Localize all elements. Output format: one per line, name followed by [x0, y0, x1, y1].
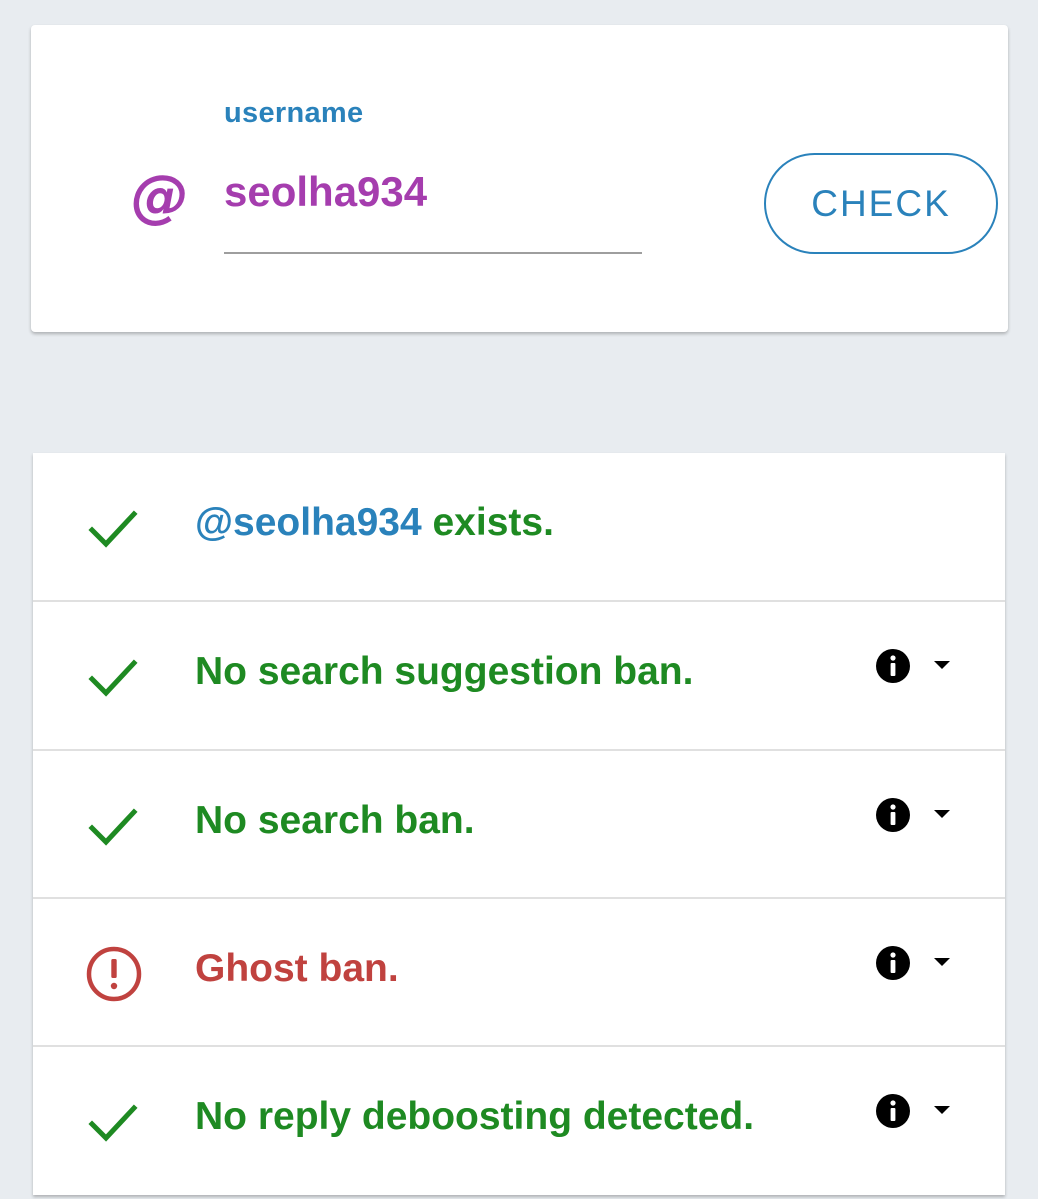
caret-down-icon[interactable] — [931, 1103, 953, 1117]
info-icon[interactable] — [875, 945, 911, 981]
username-mention: @seolha934 — [195, 501, 422, 544]
result-text: No search suggestion ban. — [195, 650, 694, 693]
caret-down-icon[interactable] — [931, 658, 953, 672]
result-text-suffix: exists. — [421, 501, 554, 544]
at-sign-icon: @ — [131, 162, 189, 230]
username-underline — [224, 252, 642, 254]
check-icon — [88, 659, 138, 697]
result-row-reply-deboosting[interactable]: No reply deboosting detected. — [33, 1045, 1005, 1192]
check-icon — [88, 510, 138, 548]
check-icon — [88, 808, 138, 846]
result-text: @seolha934 exists. — [195, 501, 554, 545]
info-icon[interactable] — [875, 797, 911, 833]
alert-circle-icon — [86, 946, 142, 1002]
info-icon[interactable] — [875, 648, 911, 684]
check-icon — [88, 1104, 138, 1142]
results-list: @seolha934 exists. No search suggestion … — [33, 453, 1005, 1195]
result-row-ghost-ban[interactable]: Ghost ban. — [33, 897, 1005, 1044]
result-text: Ghost ban. — [195, 947, 399, 990]
username-label: username — [224, 97, 364, 129]
caret-down-icon[interactable] — [931, 955, 953, 969]
username-input[interactable] — [224, 163, 642, 221]
result-row-search-suggestion[interactable]: No search suggestion ban. — [33, 600, 1005, 747]
info-icon[interactable] — [875, 1093, 911, 1129]
username-card: @ username CHECK — [31, 25, 1008, 332]
result-row-exists: @seolha934 exists. — [33, 453, 1005, 600]
result-text: No reply deboosting detected. — [195, 1095, 755, 1138]
result-row-search-ban[interactable]: No search ban. — [33, 749, 1005, 896]
caret-down-icon[interactable] — [931, 807, 953, 821]
check-button[interactable]: CHECK — [764, 153, 998, 254]
result-text: No search ban. — [195, 799, 475, 842]
